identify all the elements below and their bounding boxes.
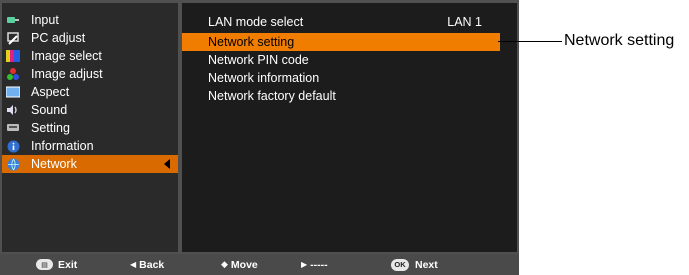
sidebar-item-setting[interactable]: Setting xyxy=(2,119,178,137)
main-menu-sidebar: Input PC adjust Image select Image adjus… xyxy=(2,3,178,252)
setting-icon xyxy=(4,119,22,137)
input-icon xyxy=(4,11,22,29)
row-network-information[interactable]: Network information xyxy=(182,69,500,87)
sidebar-item-label: Aspect xyxy=(31,85,70,99)
right-dashes: ----- xyxy=(310,258,328,271)
sidebar-item-label: Sound xyxy=(31,103,68,117)
sidebar-item-label: Input xyxy=(31,13,59,27)
next-hint: OK Next xyxy=(391,254,438,275)
ok-key-icon: OK xyxy=(391,258,409,271)
pc-adjust-icon xyxy=(4,29,22,47)
up-down-arrow-icon: ◆ xyxy=(221,259,228,269)
sidebar-item-label: PC adjust xyxy=(31,31,86,45)
sidebar-item-label: Setting xyxy=(31,121,70,135)
callout-leader-line xyxy=(498,41,562,42)
row-network-setting[interactable]: Network setting xyxy=(182,33,500,51)
sound-icon xyxy=(4,101,22,119)
row-lan-mode-select[interactable]: LAN mode select LAN 1 xyxy=(182,13,500,31)
sidebar-item-label: Image adjust xyxy=(31,67,103,81)
row-label: Network setting xyxy=(208,35,295,49)
move-hint: ◆ Move xyxy=(221,254,258,275)
row-label: Network factory default xyxy=(208,89,336,103)
sidebar-item-label: Information xyxy=(31,139,94,153)
network-submenu: LAN mode select LAN 1 Network setting Ne… xyxy=(182,3,517,252)
sidebar-item-aspect[interactable]: Aspect xyxy=(2,83,178,101)
callout-label: Network setting xyxy=(564,32,675,49)
next-label: Next xyxy=(415,258,438,271)
image-adjust-icon xyxy=(4,65,22,83)
row-label: LAN mode select xyxy=(208,15,304,29)
network-icon xyxy=(4,155,22,173)
sidebar-item-image-adjust[interactable]: Image adjust xyxy=(2,65,178,83)
row-label: Network information xyxy=(208,71,320,85)
key-guide-footer: ▤ Exit ◀ Back ◆ Move ▶ ----- OK Next xyxy=(0,254,519,275)
sidebar-item-network[interactable]: Network xyxy=(2,155,178,173)
aspect-icon xyxy=(4,83,22,101)
projector-osd-menu: Input PC adjust Image select Image adjus… xyxy=(0,0,519,275)
sidebar-item-sound[interactable]: Sound xyxy=(2,101,178,119)
sidebar-item-information[interactable]: Information xyxy=(2,137,178,155)
back-label: Back xyxy=(139,258,165,271)
right-arrow-icon: ▶ xyxy=(301,260,308,269)
row-network-pin-code[interactable]: Network PIN code xyxy=(182,51,500,69)
move-label: Move xyxy=(230,258,258,271)
row-network-factory-default[interactable]: Network factory default xyxy=(182,87,500,105)
sidebar-item-pc-adjust[interactable]: PC adjust xyxy=(2,29,178,47)
sidebar-item-input[interactable]: Input xyxy=(2,11,178,29)
row-value: LAN 1 xyxy=(447,15,482,29)
left-arrow-icon: ◀ xyxy=(130,260,137,269)
information-icon xyxy=(4,137,22,155)
sidebar-item-image-select[interactable]: Image select xyxy=(2,47,178,65)
row-label: Network PIN code xyxy=(208,53,309,67)
menu-key-icon: ▤ xyxy=(36,259,53,270)
submenu-arrow-icon xyxy=(164,159,170,169)
sidebar-item-label: Network xyxy=(31,157,77,171)
image-select-icon xyxy=(4,47,22,65)
exit-hint: ▤ Exit xyxy=(36,254,77,275)
right-hint: ▶ ----- xyxy=(301,254,328,275)
sidebar-item-label: Image select xyxy=(31,49,102,63)
back-hint: ◀ Back xyxy=(130,254,164,275)
exit-label: Exit xyxy=(58,258,78,271)
